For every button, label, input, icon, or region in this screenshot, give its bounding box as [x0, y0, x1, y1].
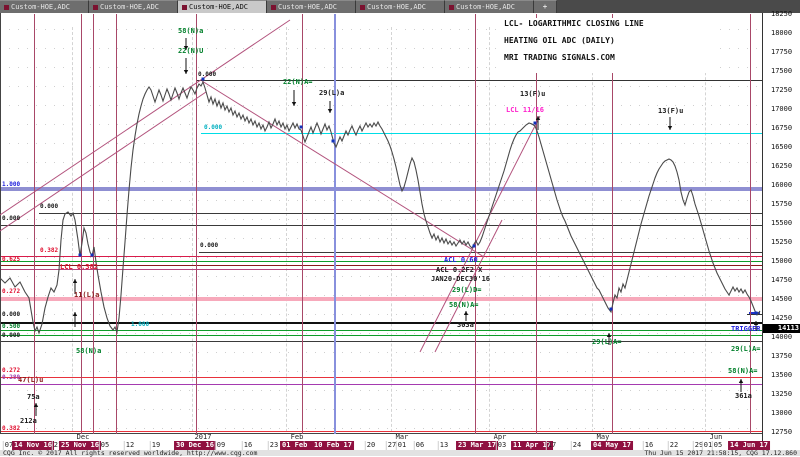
date-tick-highlighted: 04 May 17 [591, 441, 633, 450]
study-vline[interactable] [81, 14, 82, 434]
tab-chart-icon [93, 5, 98, 10]
price-axis-label: 15000 [771, 258, 792, 265]
signal-source-title: MRI TRADING SIGNALS.COM [504, 54, 714, 62]
date-tick-highlighted: 23 Mar 17 [456, 441, 498, 450]
price-axis-label: 17500 [771, 68, 792, 75]
tab-label: Custom-HOE,ADC [11, 4, 70, 11]
price-axis-label: 18250 [771, 11, 792, 18]
tab-chart-icon [360, 5, 365, 10]
month-label: Feb [291, 434, 304, 441]
tab-custom-hoe-adc[interactable]: Custom-HOE,ADC [356, 0, 445, 13]
add-tab-button[interactable]: + [534, 0, 557, 13]
month-label: 2017 [195, 434, 212, 441]
price-axis-label: 15750 [771, 201, 792, 208]
price-axis-label: 14250 [771, 315, 792, 322]
tab-bar: Custom-HOE,ADC Custom-HOE,ADC Custom-HOE,A… [0, 0, 800, 13]
price-axis-label: 16250 [771, 163, 792, 170]
price-axis-label: 14750 [771, 277, 792, 284]
study-hline[interactable] [201, 133, 763, 134]
tab-label: Custom-HOE,ADC [278, 4, 337, 11]
month-label: Jun [710, 434, 723, 441]
chart-area[interactable] [0, 13, 762, 434]
copyright-text: CQG Inc. © 2017 All rights reserved worl… [3, 450, 257, 456]
date-tick: 01 [396, 441, 406, 450]
price-axis-label: 16000 [771, 182, 792, 189]
study-vline[interactable] [34, 14, 35, 434]
price-axis-label: 18000 [771, 30, 792, 37]
date-tick: 06 [414, 441, 424, 450]
price-axis-label: 15250 [771, 239, 792, 246]
current-price-box: 14113 [763, 324, 800, 333]
price-axis-label: 17250 [771, 87, 792, 94]
tab-custom-hoe-adc[interactable]: Custom-HOE,ADC [178, 0, 267, 13]
date-tick: 17 [546, 441, 556, 450]
date-tick-highlighted: 10 Feb 17 [312, 441, 354, 450]
study-vline[interactable] [475, 14, 476, 434]
tab-chart-icon [4, 5, 9, 10]
price-axis-label: 14000 [771, 334, 792, 341]
month-label: May [597, 434, 610, 441]
date-tick: 20 [365, 441, 375, 450]
tab-custom-hoe-adc[interactable]: Custom-HOE,ADC [89, 0, 178, 13]
tab-label: Custom-HOE,ADC [189, 4, 248, 11]
date-axis[interactable]: Dec2017FebMarAprMayJun0714 Nov 162125 No… [0, 434, 762, 450]
study-vline[interactable] [93, 14, 94, 434]
price-axis-label: 16500 [771, 144, 792, 151]
price-axis[interactable]: 18250 18000 17750 17500 17250 17000 16750 16500… [762, 13, 800, 450]
price-axis-label: 13000 [771, 410, 792, 417]
tab-chart-icon [182, 5, 187, 10]
tab-label: Custom-HOE,ADC [456, 4, 515, 11]
price-axis-label: 12750 [771, 429, 792, 436]
study-vline[interactable] [536, 14, 537, 434]
date-tick: 23 [268, 441, 278, 450]
date-tick: 24 [571, 441, 581, 450]
status-bar: CQG Inc. © 2017 All rights reserved worl… [0, 450, 800, 456]
tab-custom-hoe-adc[interactable]: Custom-HOE,ADC [0, 0, 89, 13]
date-tick: 13 [438, 441, 448, 450]
price-axis-label: 17000 [771, 106, 792, 113]
price-axis-label: 17750 [771, 49, 792, 56]
tab-label: Custom-HOE,ADC [367, 4, 426, 11]
tab-label: Custom-HOE,ADC [100, 4, 159, 11]
tab-custom-hoe-adc[interactable]: Custom-HOE,ADC [445, 0, 534, 13]
tab-chart-icon [449, 5, 454, 10]
price-axis-label: 16750 [771, 125, 792, 132]
study-vline[interactable] [116, 14, 117, 434]
month-label: Apr [494, 434, 507, 441]
tab-chart-icon [271, 5, 276, 10]
price-axis-label: 15500 [771, 220, 792, 227]
study-hline[interactable] [39, 213, 763, 214]
chart-title-block: LCL- LOGARITHMIC CLOSING LINE HEATING OI… [502, 18, 716, 73]
study-hline[interactable] [197, 80, 763, 81]
price-axis-label: 13750 [771, 353, 792, 360]
timestamp-text: Thu Jun 15 2017 21:58:15, CQG 17.12.860 [644, 450, 797, 456]
date-tick: 03 [496, 441, 506, 450]
instrument-title: HEATING OIL ADC (DAILY) [504, 37, 714, 45]
tab-custom-hoe-adc[interactable]: Custom-HOE,ADC [267, 0, 356, 13]
price-axis-label: 13500 [771, 372, 792, 379]
price-axis-label: 13250 [771, 391, 792, 398]
study-vline[interactable] [302, 14, 303, 434]
date-tick: 27 [386, 441, 396, 450]
price-axis-label: 14500 [771, 296, 792, 303]
study-vline[interactable] [196, 14, 197, 434]
study-vline[interactable] [334, 14, 336, 434]
month-label: Dec [77, 434, 90, 441]
study-vline[interactable] [612, 14, 613, 434]
study-vline[interactable] [750, 14, 751, 434]
month-label: Mar [396, 434, 409, 441]
study-hline[interactable] [199, 252, 763, 253]
study-title: LCL- LOGARITHMIC CLOSING LINE [504, 20, 714, 28]
